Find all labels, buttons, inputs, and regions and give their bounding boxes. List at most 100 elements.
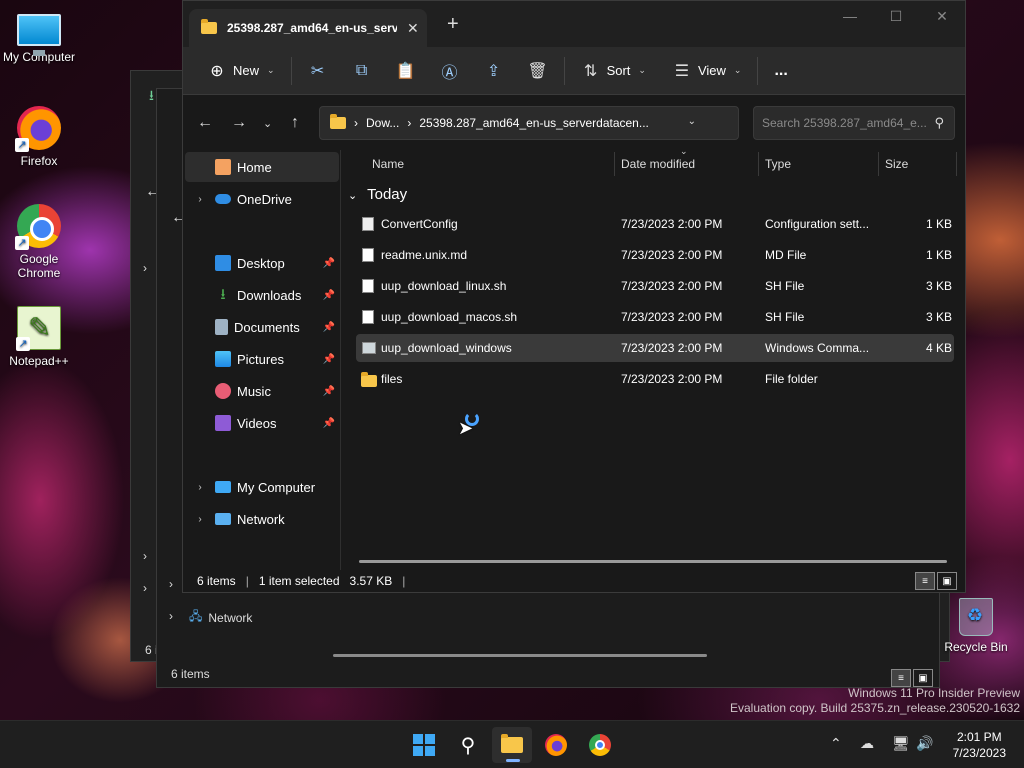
column-header-size[interactable]: Size [885, 150, 908, 178]
titlebar[interactable]: 25398.287_amd64_en-us_serv ✕ + — ☐ ✕ [183, 1, 965, 47]
nav-item-videos[interactable]: Videos 📌 [185, 408, 339, 438]
pin-icon[interactable]: 📌 [323, 418, 335, 429]
sort-button[interactable]: ⇅ Sort ⌄ [575, 55, 652, 87]
onedrive-offline-icon[interactable]: ☁ [860, 735, 874, 752]
column-divider[interactable] [956, 152, 957, 176]
nav-item-desktop[interactable]: Desktop 📌 [185, 248, 339, 278]
rename-button[interactable]: Ⓐ [434, 55, 466, 87]
tiles-view-icon[interactable]: ▣ [937, 572, 957, 590]
pin-icon[interactable]: 📌 [323, 322, 335, 333]
details-view-icon[interactable]: ≡ [915, 572, 935, 590]
desktop-icon-chrome[interactable]: ↗ Google Chrome [0, 204, 78, 280]
file-size: 3 KB [925, 279, 952, 293]
column-header-type[interactable]: Type [765, 150, 791, 178]
bg-expander-icon[interactable]: › [169, 609, 173, 623]
show-hidden-icons-chevron-icon[interactable]: ⌃ [830, 735, 842, 752]
desktop-icon-firefox[interactable]: ↗ Firefox [0, 106, 78, 168]
view-button[interactable]: ☰ View ⌄ [666, 55, 748, 87]
back-arrow-icon[interactable]: ← [197, 114, 213, 132]
bg-expander-icon[interactable]: › [143, 581, 147, 595]
copy-button[interactable]: ⧉ [346, 55, 378, 87]
file-row[interactable]: uup_download_linux.sh 7/23/2023 2:00 PM … [356, 272, 954, 300]
nav-item-onedrive[interactable]: › OneDrive [185, 184, 339, 214]
breadcrumb-downloads[interactable]: Dow... [366, 116, 399, 130]
bg-expander-icon[interactable]: › [169, 577, 173, 591]
taskbar-firefox[interactable] [536, 727, 576, 763]
maximize-button[interactable]: ☐ [873, 1, 919, 31]
nav-item-documents[interactable]: Documents 📌 [185, 312, 339, 342]
firefox-icon [545, 734, 567, 756]
minimize-button[interactable]: — [827, 1, 873, 31]
tiles-view-icon[interactable]: ▣ [913, 669, 933, 687]
recent-locations-chevron-icon[interactable]: ⌄ [263, 117, 272, 130]
nav-item-home[interactable]: Home [185, 152, 339, 182]
network-icon[interactable]: 🖥 [892, 735, 910, 752]
new-tab-button[interactable]: + [447, 13, 459, 36]
column-header-name[interactable]: Name [372, 150, 404, 178]
close-tab-icon[interactable]: ✕ [407, 20, 419, 37]
start-button[interactable] [404, 727, 444, 763]
nav-item-network[interactable]: › Network [185, 504, 339, 534]
taskbar-chrome[interactable] [580, 727, 620, 763]
nav-item-label: Desktop [237, 255, 285, 271]
taskbar-file-explorer[interactable] [492, 727, 532, 763]
address-dropdown-icon[interactable]: ⌄ [688, 116, 696, 127]
expand-chevron-icon[interactable]: › [185, 194, 215, 205]
bg-view-toggle[interactable]: ≡ ▣ [891, 669, 933, 687]
view-toggle[interactable]: ≡ ▣ [915, 572, 957, 590]
up-arrow-icon[interactable]: ↑ [291, 114, 299, 132]
details-view-icon[interactable]: ≡ [891, 669, 911, 687]
file-row[interactable]: readme.unix.md 7/23/2023 2:00 PM MD File… [356, 241, 954, 269]
file-name: files [381, 372, 403, 386]
search-input[interactable]: Search 25398.287_amd64_e... ⚲ [753, 106, 955, 140]
pin-icon[interactable]: 📌 [323, 386, 335, 397]
desktop-icon-recycle-bin[interactable]: Recycle Bin [944, 598, 1008, 654]
address-bar[interactable]: › Dow... › 25398.287_amd64_en-us_serverd… [319, 106, 766, 140]
bg-horizontal-scrollbar[interactable] [333, 654, 707, 657]
folder-row[interactable]: files 7/23/2023 2:00 PM File folder [356, 365, 954, 393]
desktop-icon-notepadpp[interactable]: ↗ Notepad++ [0, 306, 78, 368]
nav-item-label: Documents [234, 319, 300, 335]
system-clock[interactable]: 2:01 PM 7/23/2023 [953, 729, 1006, 761]
column-divider[interactable] [614, 152, 615, 176]
recycle-bin-icon [959, 598, 993, 636]
column-divider[interactable] [878, 152, 879, 176]
expand-chevron-icon[interactable]: › [185, 514, 215, 525]
cut-button[interactable]: ✂ [302, 55, 334, 87]
nav-item-downloads[interactable]: ⭳ Downloads 📌 [185, 280, 339, 310]
more-options-button[interactable]: ... [768, 55, 793, 87]
file-row-selected[interactable]: uup_download_windows 7/23/2023 2:00 PM W… [356, 334, 954, 362]
bg-expander-icon[interactable]: › [143, 549, 147, 563]
more-options-icon: ... [774, 61, 788, 79]
column-divider[interactable] [758, 152, 759, 176]
desktop-icon-label: Google Chrome [17, 252, 61, 280]
paste-button[interactable]: 📋 [390, 55, 422, 87]
horizontal-scrollbar[interactable] [359, 560, 947, 563]
bg-expander-icon[interactable]: › [143, 261, 147, 275]
pin-icon[interactable]: 📌 [323, 354, 335, 365]
nav-item-label: Network [237, 511, 285, 527]
close-button[interactable]: ✕ [919, 1, 965, 31]
pin-icon[interactable]: 📌 [323, 290, 335, 301]
breadcrumb-current-folder[interactable]: 25398.287_amd64_en-us_serverdatacen... [419, 116, 649, 130]
forward-arrow-icon[interactable]: → [231, 114, 247, 132]
desktop-icon-my-computer[interactable]: My Computer [0, 8, 78, 64]
new-button[interactable]: ⊕ New ⌄ [201, 55, 281, 87]
expand-chevron-icon[interactable]: › [185, 482, 215, 493]
nav-item-music[interactable]: Music 📌 [185, 376, 339, 406]
pin-icon[interactable]: 📌 [323, 258, 335, 269]
bg-nav-network[interactable]: 🖧 Network [189, 607, 252, 628]
volume-icon[interactable]: 🔊 [916, 735, 933, 752]
share-button[interactable]: ⇪ [478, 55, 510, 87]
file-explorer-window[interactable]: 25398.287_amd64_en-us_serv ✕ + — ☐ ✕ ⊕ N… [182, 0, 966, 593]
search-button[interactable]: ⚲ [448, 727, 488, 763]
nav-item-my-computer[interactable]: › My Computer [185, 472, 339, 502]
file-row[interactable]: uup_download_macos.sh 7/23/2023 2:00 PM … [356, 303, 954, 331]
clock-date: 7/23/2023 [952, 746, 1006, 760]
group-header-today[interactable]: ⌄ Today [348, 186, 407, 203]
file-row[interactable]: ConvertConfig 7/23/2023 2:00 PM Configur… [356, 210, 954, 238]
tab-current-folder[interactable]: 25398.287_amd64_en-us_serv ✕ [189, 9, 427, 47]
nav-item-pictures[interactable]: Pictures 📌 [185, 344, 339, 374]
file-size: 3 KB [925, 310, 952, 324]
delete-button[interactable]: 🗑 [522, 55, 554, 87]
